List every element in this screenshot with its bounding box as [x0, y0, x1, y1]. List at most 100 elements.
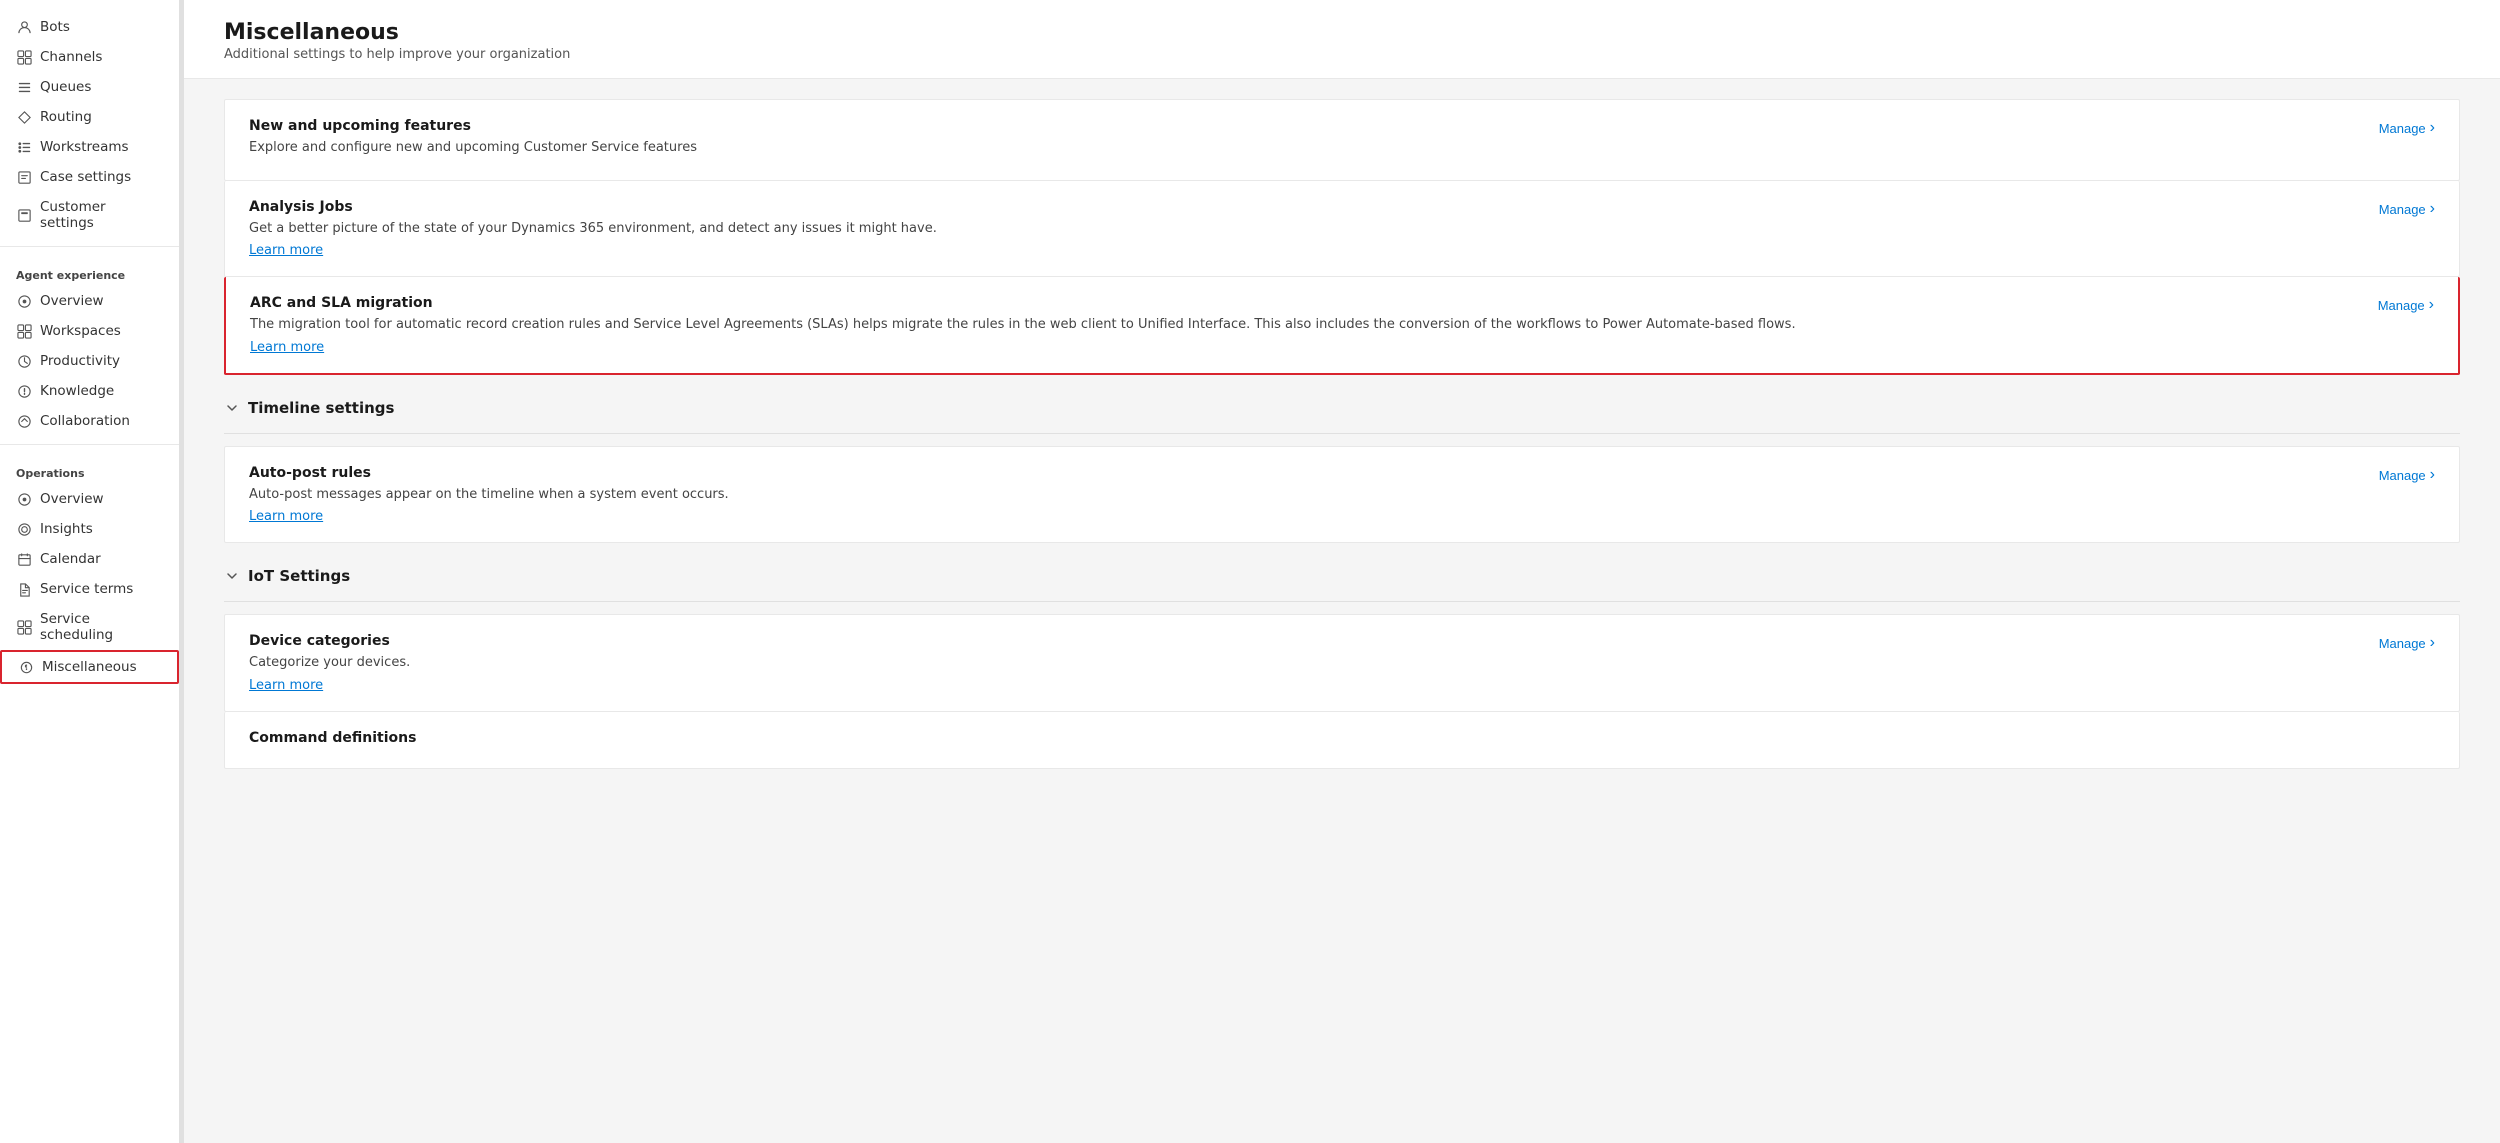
main-content: Miscellaneous Additional settings to hel… [184, 0, 2500, 1143]
sidebar-item-queues[interactable]: Queues [0, 72, 179, 102]
card-analysis-jobs: Analysis Jobs Get a better picture of th… [224, 181, 2460, 278]
sidebar-label-queues: Queues [40, 79, 91, 95]
manage-label: Manage [2379, 121, 2426, 136]
card-auto-post-manage-btn[interactable]: Manage › [2379, 465, 2435, 484]
sidebar-item-overview-ops[interactable]: Overview [0, 484, 179, 514]
iot-chevron-icon [224, 568, 240, 584]
sidebar-item-customer-settings[interactable]: Customer settings [0, 192, 179, 238]
card-analysis-jobs-desc: Get a better picture of the state of you… [249, 219, 2359, 239]
card-arc-sla-desc: The migration tool for automatic record … [250, 315, 2358, 335]
sidebar-item-miscellaneous[interactable]: Miscellaneous [0, 650, 179, 684]
sidebar-label-miscellaneous: Miscellaneous [42, 659, 137, 675]
card-command-title: Command definitions [249, 730, 2415, 746]
sidebar-label-workspaces: Workspaces [40, 323, 121, 339]
card-arc-sla-migration: ARC and SLA migration The migration tool… [224, 277, 2460, 375]
card-auto-post-content: Auto-post rules Auto-post messages appea… [249, 465, 2379, 525]
channels-icon [16, 49, 32, 65]
sidebar-item-collaboration[interactable]: Collaboration [0, 406, 179, 436]
card-device-desc: Categorize your devices. [249, 653, 2359, 673]
iot-settings-label: IoT Settings [248, 567, 350, 585]
card-device-manage-btn[interactable]: Manage › [2379, 633, 2435, 652]
sidebar-item-service-scheduling[interactable]: Service scheduling [0, 604, 179, 650]
sidebar-label-overview-ae: Overview [40, 293, 104, 309]
sidebar-item-workstreams[interactable]: Workstreams [0, 132, 179, 162]
case-settings-icon [16, 169, 32, 185]
manage-label: Manage [2379, 636, 2426, 651]
manage-label: Manage [2379, 468, 2426, 483]
sidebar-item-service-terms[interactable]: Service terms [0, 574, 179, 604]
card-command-definitions: Command definitions [224, 712, 2460, 769]
card-auto-post-title: Auto-post rules [249, 465, 2359, 481]
insights-icon [16, 521, 32, 537]
manage-chevron-icon: › [2430, 119, 2435, 137]
sidebar-label-channels: Channels [40, 49, 102, 65]
card-arc-sla-manage-btn[interactable]: Manage › [2378, 295, 2434, 314]
card-analysis-jobs-title: Analysis Jobs [249, 199, 2359, 215]
card-command-content: Command definitions [249, 730, 2435, 750]
card-new-features-content: New and upcoming features Explore and co… [249, 118, 2379, 162]
overview-ops-icon [16, 491, 32, 507]
sidebar-item-channels[interactable]: Channels [0, 42, 179, 72]
manage-chevron-icon: › [2430, 200, 2435, 218]
card-arc-sla-title: ARC and SLA migration [250, 295, 2358, 311]
calendar-icon [16, 551, 32, 567]
timeline-settings-label: Timeline settings [248, 399, 394, 417]
card-auto-post-link[interactable]: Learn more [249, 509, 323, 524]
manage-chevron-icon: › [2429, 296, 2434, 314]
routing-icon [16, 109, 32, 125]
bots-icon [16, 19, 32, 35]
card-device-categories: Device categories Categorize your device… [224, 614, 2460, 712]
content-area: New and upcoming features Explore and co… [184, 99, 2500, 809]
card-device-title: Device categories [249, 633, 2359, 649]
timeline-settings-separator [224, 433, 2460, 434]
sidebar-label-insights: Insights [40, 521, 93, 537]
card-new-features-title: New and upcoming features [249, 118, 2359, 134]
card-arc-sla-content: ARC and SLA migration The migration tool… [250, 295, 2378, 355]
card-analysis-jobs-link[interactable]: Learn more [249, 243, 323, 258]
miscellaneous-icon [18, 659, 34, 675]
sidebar-label-routing: Routing [40, 109, 92, 125]
card-new-features: New and upcoming features Explore and co… [224, 99, 2460, 181]
workstreams-icon [16, 139, 32, 155]
page-header: Miscellaneous Additional settings to hel… [184, 0, 2500, 79]
sidebar-label-productivity: Productivity [40, 353, 120, 369]
knowledge-icon [16, 383, 32, 399]
queues-icon [16, 79, 32, 95]
sidebar-item-case-settings[interactable]: Case settings [0, 162, 179, 192]
page-title: Miscellaneous [224, 20, 2460, 45]
service-terms-icon [16, 581, 32, 597]
sidebar-label-workstreams: Workstreams [40, 139, 129, 155]
overview-ae-icon [16, 293, 32, 309]
manage-label: Manage [2378, 298, 2425, 313]
timeline-chevron-icon [224, 400, 240, 416]
iot-settings-section-header[interactable]: IoT Settings [224, 551, 2460, 593]
card-device-link[interactable]: Learn more [249, 678, 323, 693]
manage-chevron-icon: › [2430, 466, 2435, 484]
sidebar-label-bots: Bots [40, 19, 70, 35]
sidebar-label-knowledge: Knowledge [40, 383, 114, 399]
card-new-features-desc: Explore and configure new and upcoming C… [249, 138, 2359, 158]
sidebar-item-insights[interactable]: Insights [0, 514, 179, 544]
card-arc-sla-link[interactable]: Learn more [250, 340, 324, 355]
sidebar-item-routing[interactable]: Routing [0, 102, 179, 132]
sidebar-item-productivity[interactable]: Productivity [0, 346, 179, 376]
collaboration-icon [16, 413, 32, 429]
sidebar-item-overview-ae[interactable]: Overview [0, 286, 179, 316]
manage-chevron-icon: › [2430, 634, 2435, 652]
sidebar-item-workspaces[interactable]: Workspaces [0, 316, 179, 346]
page-subtitle: Additional settings to help improve your… [224, 47, 2460, 62]
timeline-settings-section-header[interactable]: Timeline settings [224, 383, 2460, 425]
card-device-content: Device categories Categorize your device… [249, 633, 2379, 693]
card-analysis-jobs-manage-btn[interactable]: Manage › [2379, 199, 2435, 218]
sidebar: Bots Channels Queues Routing Workstreams… [0, 0, 180, 1143]
sidebar-item-bots[interactable]: Bots [0, 12, 179, 42]
card-new-features-manage-btn[interactable]: Manage › [2379, 118, 2435, 137]
workspaces-icon [16, 323, 32, 339]
iot-settings-separator [224, 601, 2460, 602]
sidebar-item-knowledge[interactable]: Knowledge [0, 376, 179, 406]
customer-settings-icon [16, 207, 32, 223]
sidebar-label-overview-ops: Overview [40, 491, 104, 507]
sidebar-item-calendar[interactable]: Calendar [0, 544, 179, 574]
sidebar-label-service-scheduling: Service scheduling [40, 611, 163, 643]
card-auto-post-desc: Auto-post messages appear on the timelin… [249, 485, 2359, 505]
